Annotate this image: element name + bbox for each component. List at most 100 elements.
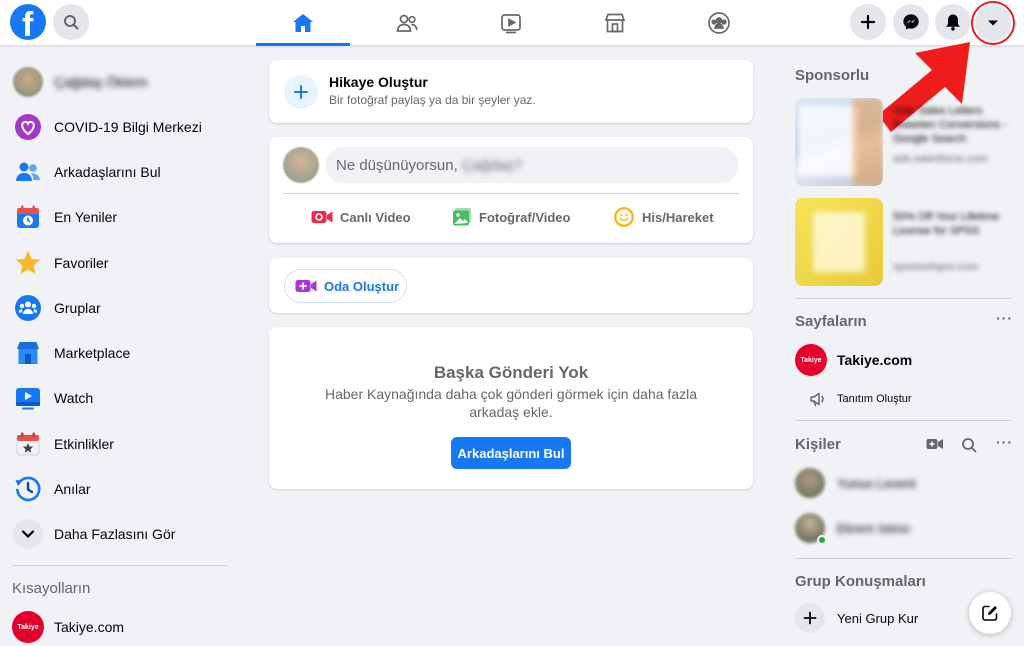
group-chats-title: Grup Konuşmaları xyxy=(795,573,926,590)
sidebar-item-groups[interactable]: Gruplar xyxy=(8,286,232,330)
divider xyxy=(283,193,739,194)
divider xyxy=(795,298,1011,299)
story-title: Hikaye Oluştur xyxy=(329,74,428,90)
post-input-placeholder: Ne düşünüyorsun, xyxy=(336,156,458,174)
no-more-posts-card: Başka Gönderi Yok Haber Kaynağında daha … xyxy=(269,327,753,489)
ad-image xyxy=(795,198,883,286)
home-icon xyxy=(293,14,313,32)
sidebar-item-covid[interactable]: COVID-19 Bilgi Merkezi xyxy=(8,105,232,149)
photo-icon xyxy=(452,207,472,227)
search-button[interactable] xyxy=(53,4,89,40)
messenger-icon xyxy=(903,14,919,30)
shortcuts-title: Kısayolların xyxy=(12,580,91,597)
no-more-posts-text: Haber Kaynağında daha çok gönderi görmek… xyxy=(324,386,698,420)
contact-name: Yunus Levent xyxy=(837,475,916,491)
notifications-button[interactable] xyxy=(935,4,971,40)
online-status-dot xyxy=(817,535,827,545)
events-icon xyxy=(12,428,44,460)
more-options-icon[interactable]: ··· xyxy=(996,434,1013,450)
sidebar-item-events[interactable]: Etkinlikler xyxy=(8,422,232,466)
promote-button[interactable]: Tanıtım Oluştur xyxy=(809,381,912,417)
live-video-button[interactable]: Canlı Video xyxy=(311,205,411,229)
see-more-button[interactable]: Daha Fazlasını Gör xyxy=(8,512,232,556)
ad-text: 50% Off Your Lifetime License for SPSS xyxy=(893,211,1000,237)
page-name: Takiye.com xyxy=(837,352,913,368)
sidebar-item-label: Gruplar xyxy=(54,300,101,316)
rooms-card: Oda Oluştur xyxy=(269,258,753,313)
covid-heart-icon xyxy=(12,111,44,143)
create-room-label: Oda Oluştur xyxy=(324,278,400,294)
sidebar-item-profile[interactable]: Çağdaş Öktem xyxy=(8,60,232,104)
create-story-card[interactable]: Hikaye Oluştur Bir fotoğraf paylaş ya da… xyxy=(269,60,753,123)
sidebar-item-label: COVID-19 Bilgi Merkezi xyxy=(54,119,202,135)
feeling-activity-label: His/Hareket xyxy=(642,209,714,225)
divider xyxy=(12,565,227,566)
contact-item[interactable]: Yunus Levent xyxy=(795,465,916,501)
facebook-logo[interactable]: f xyxy=(10,4,46,40)
ad-domain: spsstoolspro.com xyxy=(893,261,979,273)
new-room-icon[interactable] xyxy=(926,437,944,451)
divider xyxy=(795,558,1011,559)
sidebar-item-memories[interactable]: Anılar xyxy=(8,467,232,511)
takiye-logo: Takiye xyxy=(12,611,44,643)
sponsored-title: Sponsorlu xyxy=(795,67,870,84)
tab-groups[interactable] xyxy=(672,0,766,46)
top-navigation-bar: f xyxy=(0,0,1024,46)
plus-icon xyxy=(284,75,318,109)
shortcut-label: Takiye.com xyxy=(54,619,125,635)
create-button[interactable] xyxy=(850,4,886,40)
compose-icon xyxy=(982,605,998,621)
sidebar-item-find-friends[interactable]: Arkadaşlarını Bul xyxy=(8,150,232,194)
post-composer: Ne düşünüyorsun, Çağdaş? Canlı Video Fot… xyxy=(269,137,753,243)
chevron-down-icon xyxy=(12,518,44,550)
sidebar-item-most-recent[interactable]: En Yeniler xyxy=(8,195,232,239)
plus-icon xyxy=(860,14,876,30)
avatar xyxy=(795,468,825,498)
live-video-icon xyxy=(311,209,333,225)
watch-icon xyxy=(501,14,521,34)
video-plus-icon xyxy=(295,278,317,294)
star-icon xyxy=(12,247,44,279)
marketplace-icon xyxy=(12,337,44,369)
marketplace-icon xyxy=(604,13,626,33)
more-options-icon[interactable]: ··· xyxy=(996,310,1013,326)
search-icon xyxy=(64,15,79,30)
groups-icon xyxy=(12,292,44,324)
photo-video-button[interactable]: Fotoğraf/Video xyxy=(452,205,570,229)
contacts-title: Kişiler xyxy=(795,436,841,453)
friends-icon xyxy=(396,14,418,32)
ad-domain: ads.salesforce.com xyxy=(893,153,988,165)
tab-friends[interactable] xyxy=(360,0,454,46)
sidebar-item-label: Arkadaşlarını Bul xyxy=(54,164,161,180)
user-avatar xyxy=(12,66,44,98)
megaphone-icon xyxy=(810,392,824,407)
create-room-button[interactable]: Oda Oluştur xyxy=(284,269,407,303)
contact-item[interactable]: Ekrem Istmo xyxy=(795,510,910,546)
sidebar-item-label: En Yeniler xyxy=(54,209,118,225)
most-recent-icon xyxy=(12,201,44,233)
bell-icon xyxy=(946,14,960,31)
sidebar-item-marketplace[interactable]: Marketplace xyxy=(8,331,232,375)
see-more-label: Daha Fazlasını Gör xyxy=(54,526,176,542)
sidebar-item-favorites[interactable]: Favoriler xyxy=(8,241,232,285)
sidebar-profile-name: Çağdaş Öktem xyxy=(54,74,148,90)
post-input[interactable]: Ne düşünüyorsun, Çağdaş? xyxy=(325,147,739,183)
live-video-label: Canlı Video xyxy=(340,209,411,225)
sidebar-item-label: Marketplace xyxy=(54,345,131,361)
sidebar-item-watch[interactable]: Watch xyxy=(8,376,232,420)
sidebar-item-label: Anılar xyxy=(54,481,91,497)
new-group-button[interactable]: Yeni Grup Kur xyxy=(795,600,918,636)
search-icon[interactable] xyxy=(961,437,977,453)
tab-marketplace[interactable] xyxy=(568,0,662,46)
shortcut-item-takiye[interactable]: Takiye Takiye.com xyxy=(8,605,232,646)
new-message-button[interactable] xyxy=(969,592,1011,634)
sidebar-item-label: Favoriler xyxy=(54,255,109,271)
page-item-takiye[interactable]: Takiye Takiye.com xyxy=(795,342,912,378)
messenger-button[interactable] xyxy=(893,4,929,40)
tab-home[interactable] xyxy=(256,0,350,46)
highlight-ring xyxy=(971,1,1015,45)
feeling-activity-button[interactable]: His/Hareket xyxy=(613,205,714,229)
find-friends-button[interactable]: Arkadaşlarını Bul xyxy=(451,437,571,469)
tab-watch[interactable] xyxy=(464,0,558,46)
friends-icon xyxy=(12,156,44,188)
